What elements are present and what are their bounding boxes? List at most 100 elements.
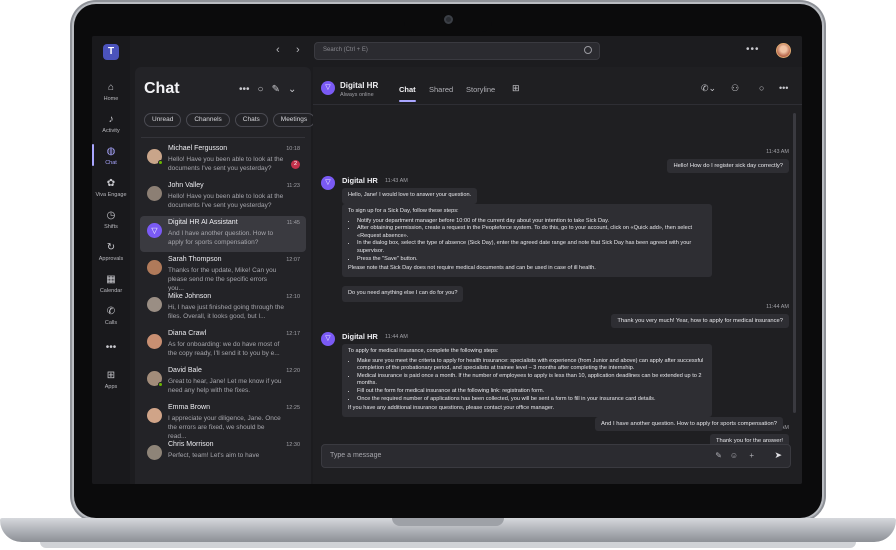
message-compose-box[interactable]: Type a message ✎ ☺ + ➤ xyxy=(321,444,791,468)
list-item[interactable]: Emma Brown 12:25 I appreciate your dilig… xyxy=(140,401,306,440)
send-icon[interactable]: ➤ xyxy=(774,450,782,461)
search-input[interactable]: Search (Ctrl + E) xyxy=(314,42,600,60)
message-preview: I appreciate your diligence, Jane. Once … xyxy=(168,415,281,440)
message-time: 12:30 xyxy=(286,442,300,448)
bell-icon: ♪ xyxy=(108,114,114,125)
contact-name: Sarah Thompson xyxy=(168,256,222,263)
chat-list-title: Chat xyxy=(144,80,180,97)
people-icon[interactable]: ⚇ xyxy=(731,83,739,94)
outgoing-message: And I have another question. How to appl… xyxy=(595,417,783,431)
scrollbar[interactable] xyxy=(793,113,796,413)
message-preview: Great to hear, Jane! Let me know if you … xyxy=(168,378,282,394)
message-preview: Perfect, team! Let's aim to have xyxy=(168,452,260,459)
format-icon[interactable]: ✎ xyxy=(715,451,722,460)
list-item[interactable]: Diana Crawl 12:17 As for onboarding: we … xyxy=(140,327,306,363)
message-time: 12:25 xyxy=(286,405,300,411)
search-icon[interactable]: ○ xyxy=(258,84,264,95)
more-icon[interactable]: ••• xyxy=(239,84,250,95)
camera-icon xyxy=(444,15,453,24)
filter-channels[interactable]: Channels xyxy=(186,113,230,127)
rail-item-activity[interactable]: ♪ Activity xyxy=(92,114,130,134)
list-item[interactable]: Mike Johnson 12:10 Hi, I have just finis… xyxy=(140,290,306,326)
avatar xyxy=(147,260,162,275)
laptop-base-notch xyxy=(392,518,504,526)
message-time: 11:43 AM xyxy=(385,178,408,184)
list-item[interactable]: Chris Morrison 12:30 Perfect, team! Let'… xyxy=(140,438,306,474)
compose-icon[interactable]: ✎ xyxy=(272,84,280,95)
back-arrow-icon[interactable]: ‹ xyxy=(276,44,280,56)
outgoing-message: Thank you very much! Year, how to apply … xyxy=(611,314,789,328)
rail-item-approvals[interactable]: ↻ Approvals xyxy=(92,242,130,262)
contact-name: Diana Crawl xyxy=(168,330,207,337)
rail-item-viva-engage[interactable]: ✿ Viva Engage xyxy=(92,178,130,198)
step-item: Medical insurance is paid once a month. … xyxy=(357,373,706,388)
message-steps: Notify your department manager before 10… xyxy=(357,218,706,264)
more-icon[interactable]: ••• xyxy=(779,83,788,93)
rail-item-calls[interactable]: ✆ Calls xyxy=(92,306,130,326)
shifts-icon: ◷ xyxy=(106,210,116,221)
forward-arrow-icon[interactable]: › xyxy=(296,44,300,56)
list-item[interactable]: Michael Fergusson 10:18 Hello! Have you … xyxy=(140,142,306,178)
rail-item-calendar[interactable]: ▦ Calendar xyxy=(92,274,130,294)
tab-shared[interactable]: Shared xyxy=(429,85,453,94)
avatar xyxy=(147,334,162,349)
list-item[interactable]: John Valley 11:23 Hello! Have you been a… xyxy=(140,179,306,215)
rail-label: Home xyxy=(103,96,119,102)
presence-dot xyxy=(158,160,163,165)
message-text: Please note that Sick Day does not requi… xyxy=(348,265,596,272)
rail-item-chat[interactable]: ◍ Chat xyxy=(92,146,130,166)
add-tab-icon[interactable]: ⊞ xyxy=(512,83,520,94)
bot-avatar-icon: ▽ xyxy=(321,81,335,95)
contact-name: John Valley xyxy=(168,182,204,189)
list-item-selected[interactable]: ▽ Digital HR AI Assistant 11:45 And I ha… xyxy=(140,216,306,252)
rail-item-shifts[interactable]: ◷ Shifts xyxy=(92,210,130,230)
rail-label: Approvals xyxy=(98,256,124,262)
step-item: Make sure you meet the criteria to apply… xyxy=(357,358,706,373)
rail-item-apps[interactable]: ⊞ Apps xyxy=(92,370,130,390)
avatar xyxy=(147,445,162,460)
filter-meetings[interactable]: Meetings xyxy=(272,113,316,127)
incoming-message: To apply for medical insurance, complete… xyxy=(342,344,712,417)
message-text: If you have any additional insurance que… xyxy=(348,405,555,412)
emoji-icon[interactable]: ☺ xyxy=(730,451,738,460)
tab-chat[interactable]: Chat xyxy=(399,85,416,94)
avatar xyxy=(147,297,162,312)
chat-list-tools: ••• ○ ✎ ⌄ xyxy=(239,84,304,95)
calendar-icon: ▦ xyxy=(106,274,116,285)
step-item: Notify your department manager before 10… xyxy=(357,218,706,226)
conversation-status: Always online xyxy=(340,92,374,98)
avatar xyxy=(147,408,162,423)
more-options-icon[interactable]: ••• xyxy=(746,44,760,55)
laptop-frame: T ⌂ Home ♪ Activity ◍ Chat ✿ Viva Engage ◷ Sh… xyxy=(0,0,896,550)
rail-label: Calendar xyxy=(99,288,123,294)
message-time: 11:45 xyxy=(286,220,300,226)
message-time: 11:43 AM xyxy=(766,149,789,155)
filter-unread[interactable]: Unread xyxy=(144,113,182,127)
active-tab-indicator xyxy=(399,100,416,102)
user-avatar[interactable] xyxy=(776,43,791,58)
rail-item-home[interactable]: ⌂ Home xyxy=(92,82,130,102)
list-item[interactable]: Sarah Thompson 12:07 Thanks for the upda… xyxy=(140,253,306,292)
message-time: 11:44 AM xyxy=(766,304,789,310)
rail-label: Apps xyxy=(104,384,118,390)
message-preview: Thanks for the update, Mike! Can you ple… xyxy=(168,267,277,292)
chat-icon: ◍ xyxy=(106,146,116,157)
viva-engage-icon: ✿ xyxy=(106,178,116,189)
message-sender: Digital HR xyxy=(342,176,378,185)
filter-chats[interactable]: Chats xyxy=(234,113,268,127)
rail-label: Activity xyxy=(102,128,120,134)
call-icon[interactable]: ✆⌄ xyxy=(701,83,716,94)
bot-avatar-icon: ▽ xyxy=(321,332,335,346)
message-steps: Make sure you meet the criteria to apply… xyxy=(357,358,706,404)
chevron-down-icon[interactable]: ⌄ xyxy=(288,84,296,95)
search-icon[interactable]: ○ xyxy=(759,83,764,93)
app-rail: T ⌂ Home ♪ Activity ◍ Chat ✿ Viva Engage ◷ Sh… xyxy=(92,36,130,484)
rail-item-more[interactable]: ••• xyxy=(92,342,130,356)
teams-logo-icon: T xyxy=(103,44,119,60)
add-icon[interactable]: + xyxy=(749,451,754,460)
message-time: 12:17 xyxy=(286,331,300,337)
rail-label: Chat xyxy=(105,160,117,166)
list-item[interactable]: David Bale 12:20 Great to hear, Jane! Le… xyxy=(140,364,306,400)
incoming-message: Hello, Jane! I would love to answer your… xyxy=(342,188,478,204)
tab-storyline[interactable]: Storyline xyxy=(466,85,495,94)
